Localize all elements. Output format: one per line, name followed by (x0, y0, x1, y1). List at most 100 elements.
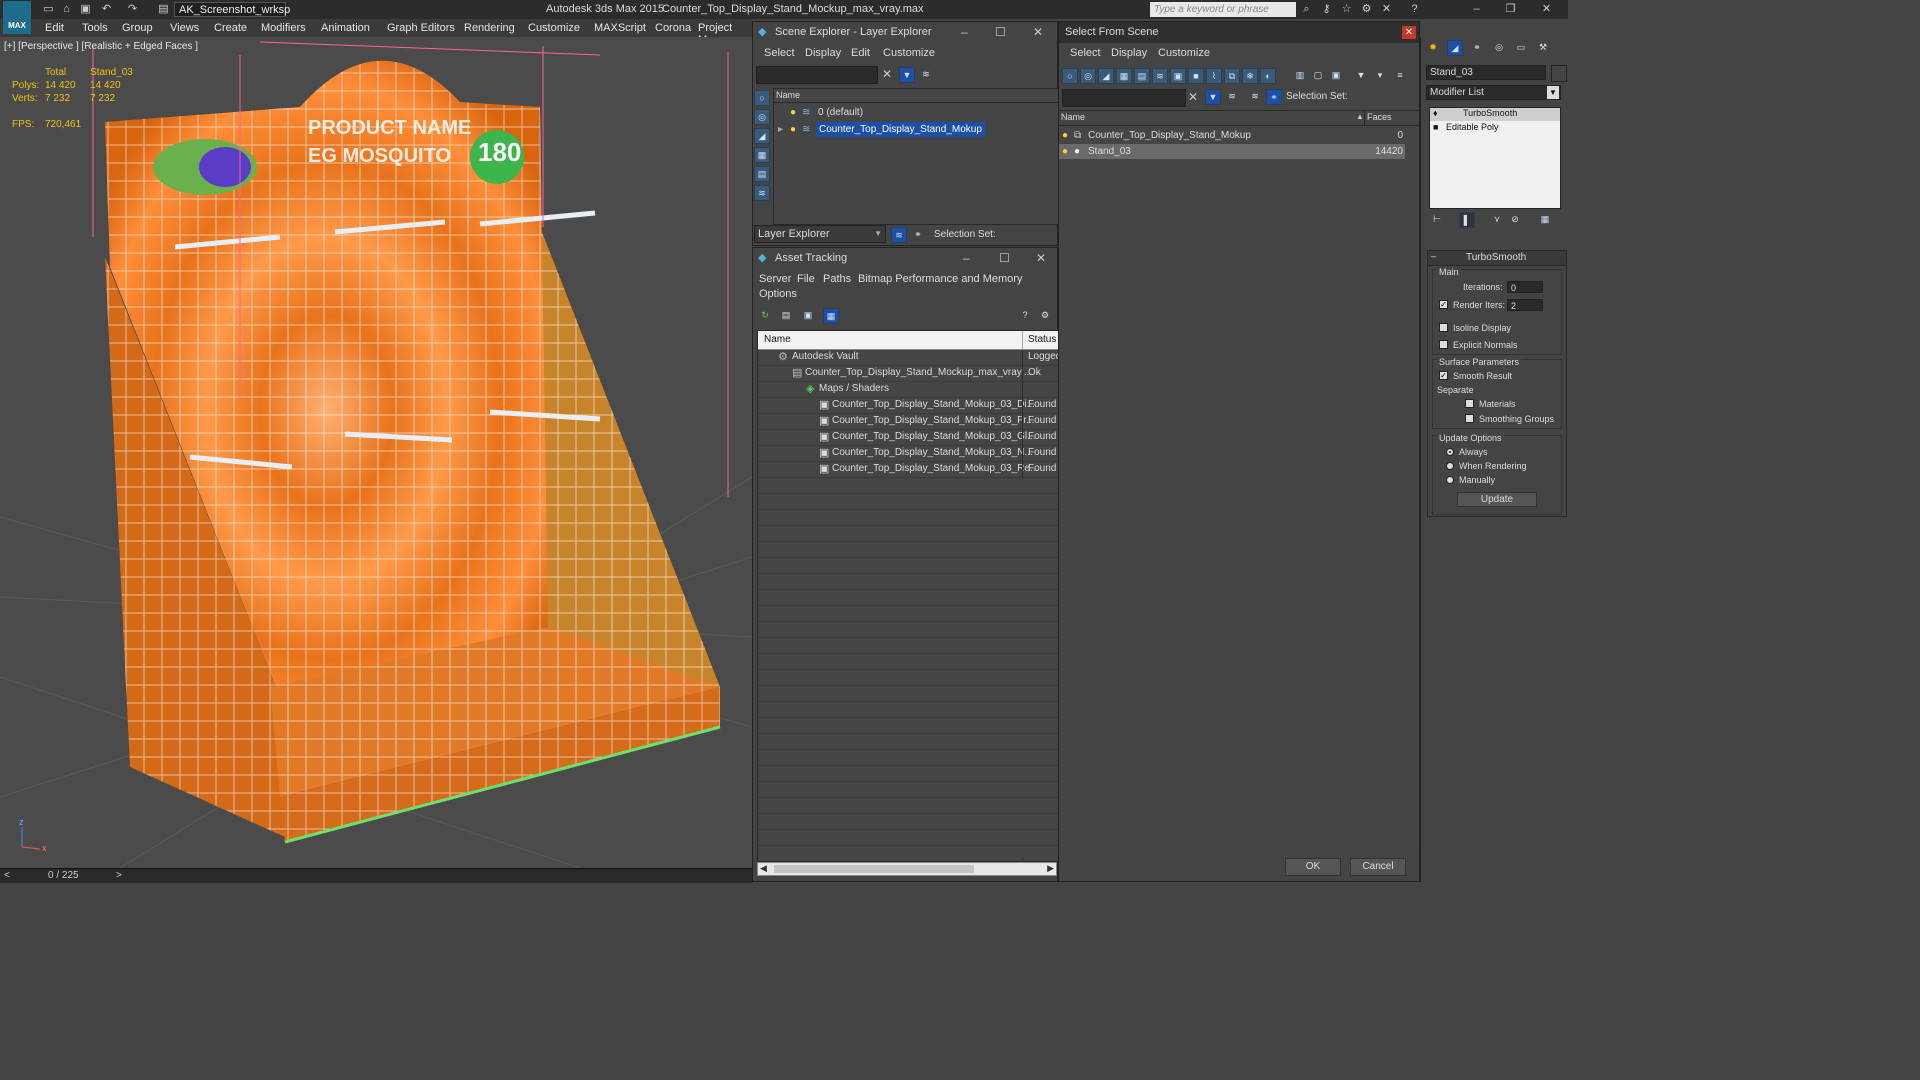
modify-tab-icon[interactable]: ◢ (1447, 40, 1463, 56)
stack-item-turbosmooth[interactable]: ♦ TurboSmooth (1430, 108, 1560, 121)
collapse-icon[interactable]: ≡ (1392, 68, 1408, 84)
clear-search-icon[interactable]: ✕ (1188, 90, 1198, 104)
menu-customize[interactable]: Customize (528, 22, 580, 34)
star-icon[interactable]: ☆ (1340, 3, 1353, 15)
time-slider[interactable]: < 0 / 225 > (0, 868, 752, 883)
layer-row-stand[interactable]: ▸ ● ≋ Counter_Top_Display_Stand_Mokup (774, 122, 1058, 137)
bulb-icon[interactable]: ● (1062, 144, 1068, 159)
display-helpers-icon[interactable]: ▤ (1134, 68, 1150, 84)
thumbnail-view-icon[interactable]: ▣ (800, 308, 816, 324)
table-row[interactable]: ▣ Counter_Top_Display_Stand_Mokup_03_Gl.… (758, 430, 1058, 446)
manually-radio[interactable] (1446, 476, 1454, 484)
object-color-swatch[interactable] (1551, 65, 1567, 82)
at-menu-options[interactable]: Options (759, 288, 797, 300)
render-iters-spinner[interactable]: 2 (1507, 299, 1543, 311)
iterations-spinner[interactable]: 0 (1507, 281, 1543, 293)
layers-icon[interactable]: ≋ (891, 227, 907, 243)
se-menu-edit[interactable]: Edit (851, 43, 870, 63)
se-menu-customize[interactable]: Customize (883, 43, 935, 63)
scene-explorer-titlebar[interactable]: ◆ Scene Explorer - Layer Explorer – ☐ ✕ (753, 22, 1057, 43)
expand-arrow-icon[interactable]: ▸ (778, 122, 783, 137)
search-input[interactable]: Type a keyword or phrase (1150, 2, 1296, 17)
motion-tab-icon[interactable]: ◎ (1491, 40, 1507, 56)
column-name[interactable]: Name (1061, 112, 1085, 122)
redo-icon[interactable]: ↷ (126, 3, 139, 15)
se-menu-display[interactable]: Display (805, 43, 841, 63)
minimize-icon[interactable]: – (961, 26, 968, 39)
filter-icon[interactable]: ▼ (899, 67, 915, 83)
display-geometry-icon[interactable]: ○ (1062, 68, 1078, 84)
layer-tool-icon[interactable]: ≋ (1224, 89, 1240, 105)
make-unique-icon[interactable]: ⋎ (1489, 212, 1505, 228)
configure-sets-icon[interactable]: ▦ (1537, 212, 1553, 228)
display-invert-icon[interactable]: ▣ (1328, 68, 1344, 84)
at-menu-paths[interactable]: Paths (823, 273, 851, 285)
new-file-icon[interactable]: ▭ (42, 3, 55, 15)
table-row[interactable]: ▣ Counter_Top_Display_Stand_Mokup_03_Re.… (758, 462, 1058, 478)
lightbulb-icon[interactable]: ♦ (1433, 108, 1438, 118)
display-cameras-icon[interactable]: ▦ (1116, 68, 1132, 84)
column-status[interactable]: Status (1028, 334, 1056, 345)
utilities-tab-icon[interactable]: ⚒ (1535, 40, 1551, 56)
key-icon[interactable]: ⚷ (1320, 3, 1333, 15)
sort-by-type-icon[interactable]: ○ (754, 90, 770, 106)
bulb-icon[interactable]: ● (1062, 128, 1068, 143)
exchange-icon[interactable]: ⚙ (1360, 3, 1373, 15)
menu-rendering[interactable]: Rendering (464, 22, 515, 34)
table-row[interactable]: ▣ Counter_Top_Display_Stand_Mokup_03_N..… (758, 446, 1058, 462)
close-icon[interactable]: ✕ (1033, 26, 1043, 39)
sfs-menu-customize[interactable]: Customize (1158, 43, 1210, 63)
table-view-icon[interactable]: ▦ (823, 308, 839, 324)
table-row[interactable]: ⚙ Autodesk Vault Logged (758, 350, 1058, 366)
open-file-icon[interactable]: ⌂ (60, 3, 73, 15)
menu-group[interactable]: Group (122, 22, 153, 34)
when-rendering-radio[interactable] (1446, 462, 1454, 470)
menu-corona[interactable]: Corona (655, 22, 691, 34)
minimize-icon[interactable]: – (963, 252, 970, 265)
scroll-left-icon[interactable]: ◀ (760, 863, 767, 874)
isoline-checkbox[interactable] (1439, 323, 1448, 332)
workspace-dropdown[interactable]: AK_Screenshot_wrksp (174, 2, 290, 17)
sfs-search-input[interactable] (1062, 89, 1186, 107)
bulb-icon[interactable]: ● (790, 105, 796, 120)
menu-create[interactable]: Create (214, 22, 247, 34)
filter-icon[interactable]: ▼ (1353, 68, 1369, 84)
display-containers-icon[interactable]: ⧉ (1224, 68, 1240, 84)
display-spacewarps-icon[interactable]: ≋ (1152, 68, 1168, 84)
menu-views[interactable]: Views (170, 22, 199, 34)
filter-icon[interactable]: ▼ (1205, 89, 1221, 105)
menu-maxscript[interactable]: MAXScript (594, 22, 646, 34)
object-row[interactable]: ● ⧉ Counter_Top_Display_Stand_Mokup 0 (1059, 128, 1405, 143)
list-view-icon[interactable]: ▤ (778, 308, 794, 324)
table-row[interactable]: ▣ Counter_Top_Display_Stand_Mokup_03_Di.… (758, 398, 1058, 414)
modifier-list-dropdown[interactable]: Modifier List ▼ (1426, 85, 1561, 100)
horizontal-scrollbar[interactable]: ◀ ▶ (757, 862, 1057, 876)
refresh-icon[interactable]: ↻ (757, 308, 773, 324)
maximize-icon[interactable]: ☐ (999, 252, 1010, 265)
column-faces[interactable]: Faces (1367, 112, 1392, 122)
pin-stack-icon[interactable]: ⊢ (1429, 212, 1445, 228)
display-all-icon[interactable]: ▥ (1292, 68, 1308, 84)
perspective-viewport[interactable]: PRODUCT NAME EG MOSQUITO 180 z x [+] [Pe… (0, 37, 752, 868)
viewport-label[interactable]: [+] [Perspective ] [Realistic + Edged Fa… (4, 41, 198, 52)
close-x-icon[interactable]: ✕ (1380, 3, 1393, 15)
clear-search-icon[interactable]: ✕ (882, 67, 892, 81)
select-from-scene-titlebar[interactable]: Select From Scene ✕ (1059, 22, 1419, 43)
display-none-icon[interactable]: ▢ (1310, 68, 1326, 84)
asset-tracking-titlebar[interactable]: ◆ Asset Tracking – ☐ ✕ (753, 248, 1057, 269)
at-menu-server[interactable]: Server (759, 273, 791, 285)
show-end-result-icon[interactable]: ▌ (1459, 212, 1475, 228)
layer-tool-icon[interactable]: ≋ (918, 67, 934, 83)
materials-checkbox[interactable] (1465, 399, 1474, 408)
menu-tools[interactable]: Tools (82, 22, 108, 34)
create-tab-icon[interactable]: ✸ (1425, 40, 1441, 56)
sort-by-smoothing-icon[interactable]: ▤ (754, 166, 770, 182)
display-hidden-icon[interactable]: ◐ (1260, 68, 1276, 84)
scroll-thumb[interactable] (774, 865, 974, 873)
sort-ascending-icon[interactable]: ▲ (1356, 112, 1364, 121)
se-column-name[interactable]: Name (776, 90, 800, 100)
binoculars-icon[interactable]: ⌕ (1300, 3, 1313, 15)
layer-explorer-dropdown[interactable]: Layer Explorer ▼ (754, 225, 886, 243)
filter-options-icon[interactable]: ▾ (1372, 68, 1388, 84)
always-radio[interactable] (1446, 448, 1454, 456)
